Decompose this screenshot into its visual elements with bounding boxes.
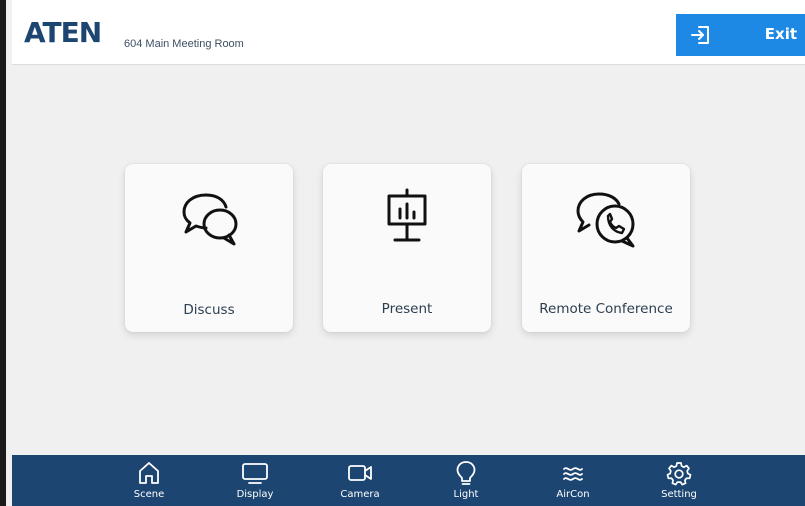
- nav-label: Setting: [661, 489, 697, 500]
- airflow-icon: [560, 460, 586, 490]
- lightbulb-icon: [454, 460, 478, 492]
- nav-item-light[interactable]: Light: [431, 455, 501, 506]
- gear-icon: [666, 460, 692, 490]
- header-bar: ATEN 604 Main Meeting Room Exit: [12, 0, 805, 65]
- nav-item-camera[interactable]: Camera: [325, 455, 395, 506]
- monitor-icon: [240, 460, 270, 490]
- scene-label: Present: [381, 301, 433, 317]
- scene-card-present[interactable]: Present: [323, 164, 491, 332]
- chat-bubbles-icon: [176, 186, 242, 252]
- nav-item-scene[interactable]: Scene: [114, 455, 184, 506]
- nav-label: Scene: [133, 489, 165, 500]
- app-frame: ATEN 604 Main Meeting Room Exit Discuss …: [0, 0, 805, 506]
- svg-text:ATEN: ATEN: [24, 17, 101, 47]
- nav-item-aircon[interactable]: AirCon: [538, 455, 608, 506]
- exit-icon: [690, 25, 710, 49]
- scene-label: Remote Conference: [539, 301, 673, 317]
- aten-logo: ATEN: [24, 17, 116, 47]
- scene-label: Discuss: [183, 302, 235, 318]
- bottom-nav: Scene Display Camera Light AirCon Settin…: [12, 455, 805, 506]
- video-camera-icon: [346, 460, 374, 490]
- scene-card-discuss[interactable]: Discuss: [125, 164, 293, 332]
- phone-chat-icon: [571, 186, 641, 254]
- nav-label: Light: [453, 489, 479, 500]
- nav-label: Display: [236, 489, 274, 500]
- home-icon: [136, 460, 162, 490]
- room-name: 604 Main Meeting Room: [124, 38, 244, 50]
- nav-label: AirCon: [556, 489, 590, 500]
- presentation-board-icon: [379, 186, 435, 252]
- exit-label: Exit: [764, 25, 797, 43]
- nav-item-display[interactable]: Display: [220, 455, 290, 506]
- exit-button[interactable]: Exit: [676, 14, 805, 56]
- nav-label: Camera: [340, 489, 380, 500]
- nav-item-setting[interactable]: Setting: [644, 455, 714, 506]
- scene-card-remote-conference[interactable]: Remote Conference: [522, 164, 690, 332]
